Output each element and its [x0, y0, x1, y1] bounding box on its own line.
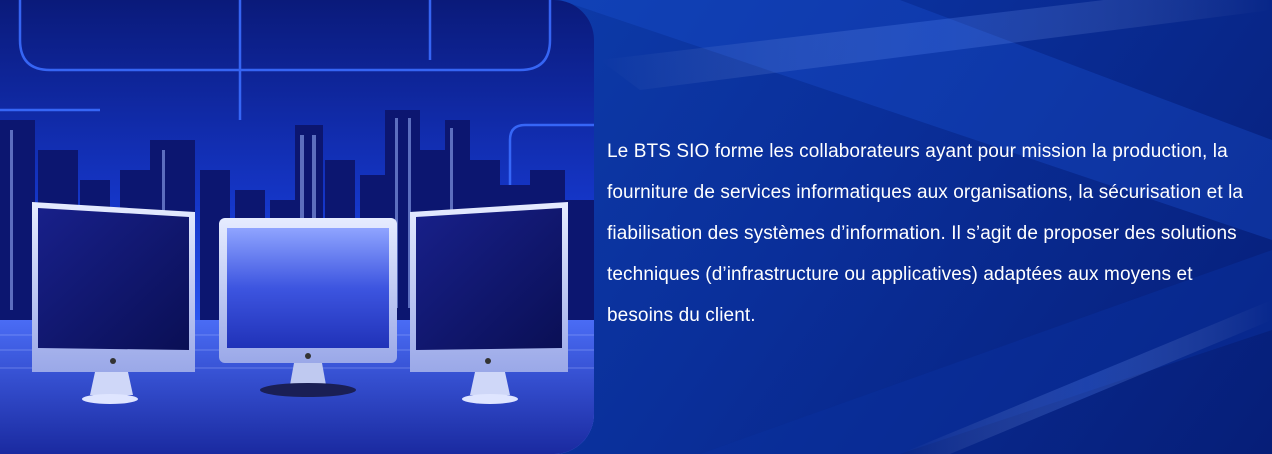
city-monitors-illustration [0, 0, 594, 454]
hero-banner: Le BTS SIO forme les collaborateurs ayan… [0, 0, 1272, 454]
city-monitors-illustration-icon [0, 0, 594, 454]
description-text: Le BTS SIO forme les collaborateurs ayan… [607, 141, 1244, 326]
